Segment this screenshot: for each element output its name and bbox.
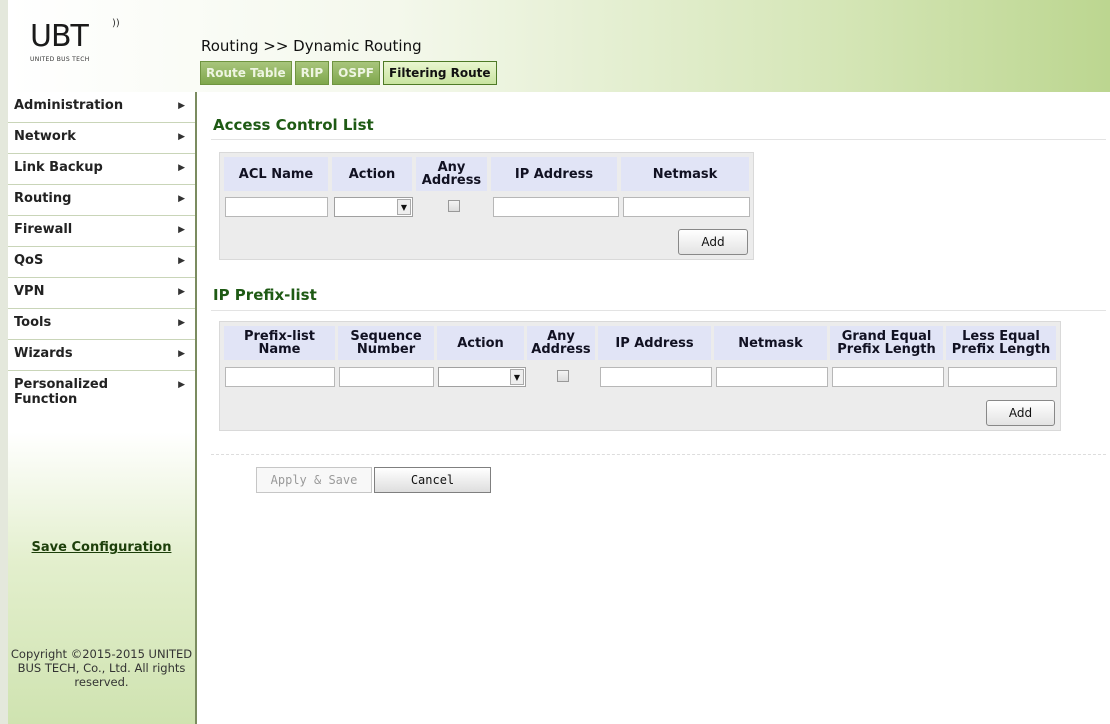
acl-header-netmask: Netmask	[621, 157, 749, 191]
prefix-add-button[interactable]: Add	[986, 400, 1055, 426]
less-equal-length-input[interactable]	[948, 367, 1057, 387]
prefix-header-name: Prefix-list Name	[224, 326, 335, 360]
logo-mark: UBT	[30, 19, 89, 54]
sidebar-item-label: Firewall	[14, 222, 73, 237]
chevron-down-icon: ▼	[510, 369, 524, 385]
sidebar-item-routing[interactable]: Routing ▶	[8, 185, 195, 216]
acl-name-input[interactable]	[225, 197, 328, 217]
chevron-down-icon: ▼	[397, 199, 411, 215]
prefix-section-title: IP Prefix-list	[213, 286, 317, 304]
chevron-right-icon: ▶	[178, 101, 185, 111]
sidebar-item-administration[interactable]: Administration ▶	[8, 92, 195, 123]
sidebar-item-network[interactable]: Network ▶	[8, 123, 195, 154]
sidebar-item-label: Wizards	[14, 346, 73, 361]
acl-any-address-checkbox[interactable]	[448, 200, 460, 212]
acl-netmask-input[interactable]	[623, 197, 750, 217]
top-header: UBT )) UNITED BUS TECH Routing >> Dynami…	[8, 0, 1110, 92]
sidebar-item-label: Network	[14, 129, 76, 144]
prefix-header-action: Action	[437, 326, 524, 360]
sidebar-item-wizards[interactable]: Wizards ▶	[8, 340, 195, 371]
sidebar-item-firewall[interactable]: Firewall ▶	[8, 216, 195, 247]
sidebar-item-vpn[interactable]: VPN ▶	[8, 278, 195, 309]
chevron-right-icon: ▶	[178, 380, 185, 390]
ubt-logo: UBT )) UNITED BUS TECH	[30, 18, 160, 72]
chevron-right-icon: ▶	[178, 287, 185, 297]
divider	[211, 454, 1106, 455]
prefix-header-grand-equal: Grand Equal Prefix Length	[830, 326, 943, 360]
prefix-netmask-input[interactable]	[716, 367, 828, 387]
acl-add-button[interactable]: Add	[678, 229, 748, 255]
tab-filtering-route[interactable]: Filtering Route	[383, 61, 497, 85]
apply-save-button[interactable]: Apply & Save	[256, 467, 372, 493]
sidebar-item-label: QoS	[14, 253, 44, 268]
sidebar-item-qos[interactable]: QoS ▶	[8, 247, 195, 278]
sidebar-item-label: Tools	[14, 315, 52, 330]
sequence-number-input[interactable]	[339, 367, 434, 387]
acl-header-name: ACL Name	[224, 157, 328, 191]
prefix-action-select[interactable]: ▼	[438, 367, 526, 387]
main-content: Access Control List ACL Name Action Any …	[197, 92, 1110, 724]
divider	[211, 310, 1106, 311]
save-configuration-link[interactable]: Save Configuration	[8, 540, 195, 555]
prefix-header-sequence: Sequence Number	[338, 326, 434, 360]
prefix-table: Prefix-list Name Sequence Number Action …	[219, 321, 1061, 431]
cancel-button[interactable]: Cancel	[374, 467, 491, 493]
prefix-header-ip-address: IP Address	[598, 326, 711, 360]
prefix-name-input[interactable]	[225, 367, 335, 387]
tab-bar: Route Table RIP OSPF Filtering Route	[200, 61, 497, 85]
tab-rip[interactable]: RIP	[294, 61, 330, 85]
chevron-right-icon: ▶	[178, 318, 185, 328]
acl-header-ip-address: IP Address	[491, 157, 617, 191]
sidebar: Administration ▶ Network ▶ Link Backup ▶…	[8, 92, 197, 724]
signal-icon: ))	[112, 18, 120, 29]
chevron-right-icon: ▶	[178, 194, 185, 204]
sidebar-item-label: Routing	[14, 191, 72, 206]
prefix-header-less-equal: Less Equal Prefix Length	[946, 326, 1056, 360]
tab-route-table[interactable]: Route Table	[200, 61, 292, 85]
chevron-right-icon: ▶	[178, 225, 185, 235]
tab-ospf[interactable]: OSPF	[332, 61, 381, 85]
sidebar-item-label: Administration	[14, 98, 124, 113]
prefix-any-address-checkbox[interactable]	[557, 370, 569, 382]
sidebar-item-label: Personalized Function	[14, 377, 109, 407]
sidebar-item-tools[interactable]: Tools ▶	[8, 309, 195, 340]
prefix-ip-address-input[interactable]	[600, 367, 712, 387]
breadcrumb: Routing >> Dynamic Routing	[201, 37, 422, 55]
acl-header-action: Action	[332, 157, 412, 191]
sidebar-item-label: VPN	[14, 284, 45, 299]
acl-ip-address-input[interactable]	[493, 197, 619, 217]
acl-action-select[interactable]: ▼	[334, 197, 413, 217]
prefix-header-netmask: Netmask	[714, 326, 827, 360]
divider	[211, 139, 1106, 140]
chevron-right-icon: ▶	[178, 132, 185, 142]
chevron-right-icon: ▶	[178, 163, 185, 173]
chevron-right-icon: ▶	[178, 256, 185, 266]
logo-subtitle: UNITED BUS TECH	[30, 56, 90, 63]
grand-equal-length-input[interactable]	[832, 367, 944, 387]
chevron-right-icon: ▶	[178, 349, 185, 359]
acl-table: ACL Name Action Any Address IP Address N…	[219, 152, 754, 260]
copyright-text: Copyright ©2015-2015 UNITED BUS TECH, Co…	[10, 647, 193, 689]
acl-section-title: Access Control List	[213, 116, 374, 134]
sidebar-item-label: Link Backup	[14, 160, 103, 175]
acl-header-any-address: Any Address	[416, 157, 487, 191]
sidebar-item-personalized-function[interactable]: Personalized Function ▶	[8, 371, 195, 419]
prefix-header-any-address: Any Address	[527, 326, 595, 360]
sidebar-item-link-backup[interactable]: Link Backup ▶	[8, 154, 195, 185]
